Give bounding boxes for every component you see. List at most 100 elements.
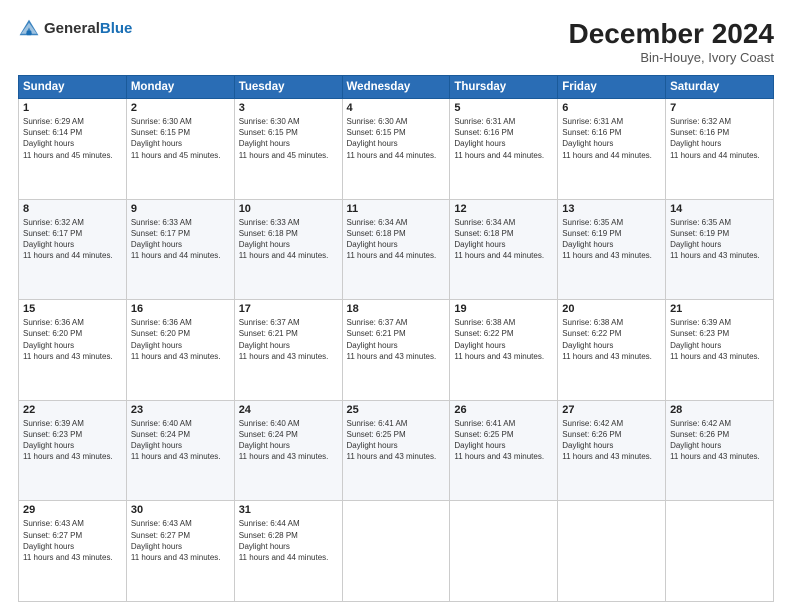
- cell-info: Sunrise: 6:30 AM Sunset: 6:15 PM Dayligh…: [131, 116, 230, 161]
- day-number: 22: [23, 404, 122, 416]
- day-number: 15: [23, 303, 122, 315]
- cell-info: Sunrise: 6:30 AM Sunset: 6:15 PM Dayligh…: [347, 116, 446, 161]
- calendar-cell: 19 Sunrise: 6:38 AM Sunset: 6:22 PM Dayl…: [450, 300, 558, 401]
- cell-info: Sunrise: 6:31 AM Sunset: 6:16 PM Dayligh…: [454, 116, 553, 161]
- location-subtitle: Bin-Houye, Ivory Coast: [569, 50, 774, 65]
- cell-info: Sunrise: 6:32 AM Sunset: 6:17 PM Dayligh…: [23, 217, 122, 262]
- cell-info: Sunrise: 6:35 AM Sunset: 6:19 PM Dayligh…: [562, 217, 661, 262]
- cell-info: Sunrise: 6:33 AM Sunset: 6:17 PM Dayligh…: [131, 217, 230, 262]
- col-saturday: Saturday: [666, 76, 774, 99]
- calendar-cell: 16 Sunrise: 6:36 AM Sunset: 6:20 PM Dayl…: [126, 300, 234, 401]
- cell-info: Sunrise: 6:36 AM Sunset: 6:20 PM Dayligh…: [131, 317, 230, 362]
- cell-info: Sunrise: 6:30 AM Sunset: 6:15 PM Dayligh…: [239, 116, 338, 161]
- calendar-cell: 14 Sunrise: 6:35 AM Sunset: 6:19 PM Dayl…: [666, 199, 774, 300]
- title-block: December 2024 Bin-Houye, Ivory Coast: [569, 18, 774, 65]
- calendar-cell: 27 Sunrise: 6:42 AM Sunset: 6:26 PM Dayl…: [558, 400, 666, 501]
- calendar-cell: 22 Sunrise: 6:39 AM Sunset: 6:23 PM Dayl…: [19, 400, 127, 501]
- cell-info: Sunrise: 6:38 AM Sunset: 6:22 PM Dayligh…: [454, 317, 553, 362]
- calendar-cell: 8 Sunrise: 6:32 AM Sunset: 6:17 PM Dayli…: [19, 199, 127, 300]
- cell-info: Sunrise: 6:39 AM Sunset: 6:23 PM Dayligh…: [23, 418, 122, 463]
- day-number: 13: [562, 203, 661, 215]
- day-number: 23: [131, 404, 230, 416]
- cell-info: Sunrise: 6:37 AM Sunset: 6:21 PM Dayligh…: [239, 317, 338, 362]
- day-number: 11: [347, 203, 446, 215]
- calendar-cell: 1 Sunrise: 6:29 AM Sunset: 6:14 PM Dayli…: [19, 99, 127, 200]
- cell-info: Sunrise: 6:42 AM Sunset: 6:26 PM Dayligh…: [562, 418, 661, 463]
- day-number: 18: [347, 303, 446, 315]
- cell-info: Sunrise: 6:34 AM Sunset: 6:18 PM Dayligh…: [454, 217, 553, 262]
- page-header: GeneralBlue December 2024 Bin-Houye, Ivo…: [18, 18, 774, 65]
- day-number: 28: [670, 404, 769, 416]
- cell-info: Sunrise: 6:37 AM Sunset: 6:21 PM Dayligh…: [347, 317, 446, 362]
- col-friday: Friday: [558, 76, 666, 99]
- calendar-week-5: 29 Sunrise: 6:43 AM Sunset: 6:27 PM Dayl…: [19, 501, 774, 602]
- calendar-cell: 10 Sunrise: 6:33 AM Sunset: 6:18 PM Dayl…: [234, 199, 342, 300]
- calendar-cell: 2 Sunrise: 6:30 AM Sunset: 6:15 PM Dayli…: [126, 99, 234, 200]
- cell-info: Sunrise: 6:41 AM Sunset: 6:25 PM Dayligh…: [347, 418, 446, 463]
- cell-info: Sunrise: 6:39 AM Sunset: 6:23 PM Dayligh…: [670, 317, 769, 362]
- calendar-cell: 26 Sunrise: 6:41 AM Sunset: 6:25 PM Dayl…: [450, 400, 558, 501]
- col-sunday: Sunday: [19, 76, 127, 99]
- calendar-cell: 11 Sunrise: 6:34 AM Sunset: 6:18 PM Dayl…: [342, 199, 450, 300]
- calendar-cell: 9 Sunrise: 6:33 AM Sunset: 6:17 PM Dayli…: [126, 199, 234, 300]
- day-number: 9: [131, 203, 230, 215]
- logo: GeneralBlue: [18, 18, 132, 40]
- calendar-cell: 17 Sunrise: 6:37 AM Sunset: 6:21 PM Dayl…: [234, 300, 342, 401]
- day-number: 10: [239, 203, 338, 215]
- calendar-cell: [558, 501, 666, 602]
- cell-info: Sunrise: 6:42 AM Sunset: 6:26 PM Dayligh…: [670, 418, 769, 463]
- day-number: 30: [131, 504, 230, 516]
- logo-blue: Blue: [100, 20, 133, 37]
- calendar-cell: 31 Sunrise: 6:44 AM Sunset: 6:28 PM Dayl…: [234, 501, 342, 602]
- calendar-cell: 13 Sunrise: 6:35 AM Sunset: 6:19 PM Dayl…: [558, 199, 666, 300]
- calendar-cell: 15 Sunrise: 6:36 AM Sunset: 6:20 PM Dayl…: [19, 300, 127, 401]
- day-number: 24: [239, 404, 338, 416]
- day-number: 6: [562, 102, 661, 114]
- day-number: 31: [239, 504, 338, 516]
- calendar-table: Sunday Monday Tuesday Wednesday Thursday…: [18, 75, 774, 602]
- day-number: 26: [454, 404, 553, 416]
- day-number: 5: [454, 102, 553, 114]
- day-number: 21: [670, 303, 769, 315]
- calendar-cell: 28 Sunrise: 6:42 AM Sunset: 6:26 PM Dayl…: [666, 400, 774, 501]
- calendar-page: GeneralBlue December 2024 Bin-Houye, Ivo…: [0, 0, 792, 612]
- col-thursday: Thursday: [450, 76, 558, 99]
- day-number: 7: [670, 102, 769, 114]
- calendar-cell: 21 Sunrise: 6:39 AM Sunset: 6:23 PM Dayl…: [666, 300, 774, 401]
- cell-info: Sunrise: 6:32 AM Sunset: 6:16 PM Dayligh…: [670, 116, 769, 161]
- cell-info: Sunrise: 6:38 AM Sunset: 6:22 PM Dayligh…: [562, 317, 661, 362]
- calendar-cell: 30 Sunrise: 6:43 AM Sunset: 6:27 PM Dayl…: [126, 501, 234, 602]
- calendar-cell: 25 Sunrise: 6:41 AM Sunset: 6:25 PM Dayl…: [342, 400, 450, 501]
- day-number: 8: [23, 203, 122, 215]
- cell-info: Sunrise: 6:43 AM Sunset: 6:27 PM Dayligh…: [131, 518, 230, 563]
- calendar-cell: [342, 501, 450, 602]
- calendar-cell: [450, 501, 558, 602]
- col-tuesday: Tuesday: [234, 76, 342, 99]
- cell-info: Sunrise: 6:35 AM Sunset: 6:19 PM Dayligh…: [670, 217, 769, 262]
- calendar-cell: 18 Sunrise: 6:37 AM Sunset: 6:21 PM Dayl…: [342, 300, 450, 401]
- calendar-cell: 12 Sunrise: 6:34 AM Sunset: 6:18 PM Dayl…: [450, 199, 558, 300]
- calendar-week-4: 22 Sunrise: 6:39 AM Sunset: 6:23 PM Dayl…: [19, 400, 774, 501]
- calendar-cell: 29 Sunrise: 6:43 AM Sunset: 6:27 PM Dayl…: [19, 501, 127, 602]
- calendar-week-2: 8 Sunrise: 6:32 AM Sunset: 6:17 PM Dayli…: [19, 199, 774, 300]
- cell-info: Sunrise: 6:34 AM Sunset: 6:18 PM Dayligh…: [347, 217, 446, 262]
- day-number: 27: [562, 404, 661, 416]
- calendar-cell: 6 Sunrise: 6:31 AM Sunset: 6:16 PM Dayli…: [558, 99, 666, 200]
- cell-info: Sunrise: 6:33 AM Sunset: 6:18 PM Dayligh…: [239, 217, 338, 262]
- cell-info: Sunrise: 6:40 AM Sunset: 6:24 PM Dayligh…: [131, 418, 230, 463]
- day-number: 4: [347, 102, 446, 114]
- cell-info: Sunrise: 6:43 AM Sunset: 6:27 PM Dayligh…: [23, 518, 122, 563]
- cell-info: Sunrise: 6:29 AM Sunset: 6:14 PM Dayligh…: [23, 116, 122, 161]
- calendar-cell: [666, 501, 774, 602]
- logo-text: GeneralBlue: [44, 20, 132, 38]
- day-number: 12: [454, 203, 553, 215]
- day-number: 29: [23, 504, 122, 516]
- day-number: 2: [131, 102, 230, 114]
- calendar-cell: 5 Sunrise: 6:31 AM Sunset: 6:16 PM Dayli…: [450, 99, 558, 200]
- calendar-cell: 7 Sunrise: 6:32 AM Sunset: 6:16 PM Dayli…: [666, 99, 774, 200]
- cell-info: Sunrise: 6:31 AM Sunset: 6:16 PM Dayligh…: [562, 116, 661, 161]
- day-number: 3: [239, 102, 338, 114]
- day-number: 25: [347, 404, 446, 416]
- day-number: 20: [562, 303, 661, 315]
- day-number: 14: [670, 203, 769, 215]
